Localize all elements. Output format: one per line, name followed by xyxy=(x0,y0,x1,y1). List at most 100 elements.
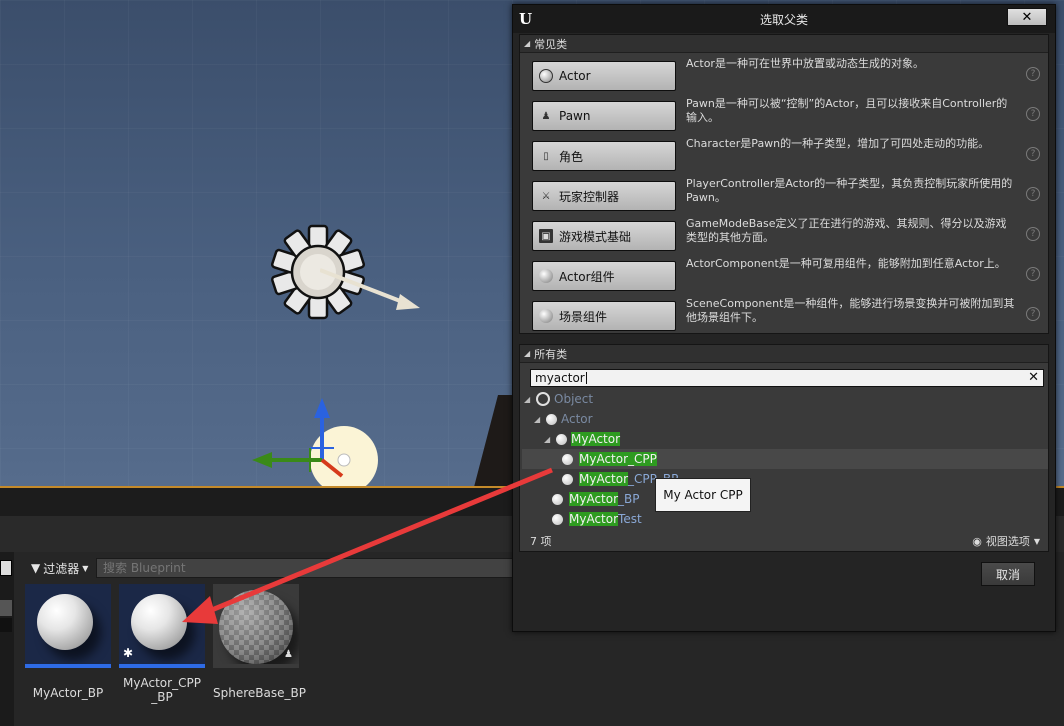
class-row-scene-component: 场景组件 SceneComponent是一种组件，能够进行场景变换并可被附加到其… xyxy=(532,297,1040,333)
tree-item-label-match: MyActor xyxy=(579,472,629,486)
filter-label: 过滤器 xyxy=(43,561,80,576)
asset-thumbnail xyxy=(25,584,111,668)
tree-item-actor[interactable]: ◢ Actor xyxy=(534,409,593,429)
sources-rail xyxy=(0,552,14,726)
rail-button[interactable] xyxy=(0,618,12,632)
class-description: PlayerController是Actor的一种子类型，其负责控制玩家所使用的… xyxy=(686,177,1013,204)
help-icon[interactable]: ? xyxy=(1026,107,1040,121)
asset-thumbnail: ✱ xyxy=(119,584,205,668)
light-direction-arrow xyxy=(320,268,420,310)
asset-tile[interactable]: ✱ MyActor_CPP_BP xyxy=(119,584,205,704)
actor-node-icon xyxy=(546,413,557,425)
class-button-pawn[interactable]: ♟ Pawn xyxy=(532,101,676,131)
tree-item-label-rest: Test xyxy=(618,512,642,526)
view-options-button[interactable]: ◉ 视图选项 ▼ xyxy=(972,533,1040,549)
class-description: Actor是一种可在世界中放置或动态生成的对象。 xyxy=(686,57,924,70)
class-button-label: 玩家控制器 xyxy=(559,189,620,204)
asset-tile[interactable]: MyActor_BP xyxy=(25,584,111,700)
actor-node-icon xyxy=(552,513,563,525)
scene-component-icon xyxy=(539,309,553,323)
tree-item-label: Actor xyxy=(561,412,593,426)
sources-toggle-button[interactable] xyxy=(0,560,12,576)
class-button-player-controller[interactable]: ⚔ 玩家控制器 xyxy=(532,181,676,211)
class-button-label: Pawn xyxy=(559,109,591,123)
dialog-title-bar[interactable]: U 选取父类 ✕ xyxy=(513,5,1055,33)
asset-thumbnail: ♟ xyxy=(213,584,299,668)
class-button-label: 游戏模式基础 xyxy=(559,229,632,244)
text-caret xyxy=(585,372,587,384)
tree-item-label-match: MyActor xyxy=(579,452,629,466)
tree-item-myactor[interactable]: ◢ MyActor xyxy=(544,429,621,449)
pawn-icon: ♟ xyxy=(541,110,551,122)
pick-parent-class-dialog: U 选取父类 ✕ ◢ 常见类 Actor Actor是一种可在世界中放置或动态生… xyxy=(512,4,1056,632)
class-button-actor-component[interactable]: Actor组件 xyxy=(532,261,676,291)
class-search-value: myactor xyxy=(535,371,585,385)
class-row-actor: Actor Actor是一种可在世界中放置或动态生成的对象。 ? xyxy=(532,57,1040,93)
tree-item-label-match: MyActor xyxy=(569,492,619,506)
tree-item-myactor-test[interactable]: MyActorTest xyxy=(552,509,642,529)
common-classes-section: ◢ 常见类 Actor Actor是一种可在世界中放置或动态生成的对象。 ? ♟… xyxy=(519,34,1049,334)
controller-icon: ⚔ xyxy=(541,190,551,202)
class-row-pawn: ♟ Pawn Pawn是一种可以被“控制”的Actor，且可以接收来自Contr… xyxy=(532,97,1040,133)
common-classes-header[interactable]: ◢ 常见类 xyxy=(520,35,1048,53)
expand-triangle-icon: ◢ xyxy=(524,394,531,404)
help-icon[interactable]: ? xyxy=(1026,267,1040,281)
class-search-input[interactable]: myactor ✕ xyxy=(530,369,1044,387)
help-icon[interactable]: ? xyxy=(1026,227,1040,241)
object-node-icon xyxy=(536,392,550,406)
filter-button[interactable]: ▼ 过滤器 ▼ xyxy=(27,558,92,578)
expand-triangle-icon: ◢ xyxy=(544,434,551,444)
translate-gizmo[interactable] xyxy=(250,396,390,487)
rail-button[interactable] xyxy=(0,600,12,616)
class-button-scene-component[interactable]: 场景组件 xyxy=(532,301,676,331)
sphere-icon xyxy=(539,69,553,83)
help-icon[interactable]: ? xyxy=(1026,307,1040,321)
class-button-label: 角色 xyxy=(559,149,584,164)
blueprint-search-input[interactable] xyxy=(96,558,516,578)
tree-item-label-match: MyActor xyxy=(569,512,619,526)
class-description: SceneComponent是一种组件，能够进行场景变换并可被附加到其他场景组件… xyxy=(686,297,1015,324)
collapse-triangle-icon: ◢ xyxy=(524,349,531,358)
actor-node-icon xyxy=(552,493,563,505)
class-button-actor[interactable]: Actor xyxy=(532,61,676,91)
asset-name: SphereBase_BP xyxy=(213,686,306,700)
class-row-actor-component: Actor组件 ActorComponent是一种可复用组件，能够附加到任意Ac… xyxy=(532,257,1040,293)
component-icon xyxy=(539,269,553,283)
help-icon[interactable]: ? xyxy=(1026,147,1040,161)
gear-icon: ✱ xyxy=(123,646,134,660)
tree-item-myactor-bp[interactable]: MyActor_BP xyxy=(552,489,640,509)
character-icon: ▯ xyxy=(543,150,549,162)
tree-item-label: Object xyxy=(554,392,594,406)
pawn-icon: ♟ xyxy=(284,649,293,660)
actor-node-icon xyxy=(562,453,573,465)
all-classes-header[interactable]: ◢ 所有类 xyxy=(520,345,1048,363)
class-description: Pawn是一种可以被“控制”的Actor，且可以接收来自Controller的输… xyxy=(686,97,1008,124)
close-button[interactable]: ✕ xyxy=(1007,8,1047,26)
all-classes-section: ◢ 所有类 myactor ✕ ◢ Object ◢ Actor ◢ MyAct… xyxy=(519,344,1049,552)
tree-item-myactor-cpp[interactable]: MyActor_CPP xyxy=(522,449,1048,469)
help-icon[interactable]: ? xyxy=(1026,67,1040,81)
expand-triangle-icon: ◢ xyxy=(534,414,541,424)
section-title: 所有类 xyxy=(534,347,568,361)
filter-icon: ▼ xyxy=(31,561,41,575)
collapse-triangle-icon: ◢ xyxy=(524,39,531,48)
checker-sphere-thumbnail-icon xyxy=(219,590,293,664)
clear-search-icon[interactable]: ✕ xyxy=(1028,370,1039,385)
chevron-down-icon: ▼ xyxy=(1033,536,1040,546)
chevron-down-icon: ▼ xyxy=(82,563,89,573)
class-tooltip: My Actor CPP xyxy=(655,478,751,512)
tree-item-label-rest: _CPP xyxy=(628,452,657,466)
help-icon[interactable]: ? xyxy=(1026,187,1040,201)
tree-item-object[interactable]: ◢ Object xyxy=(524,389,593,409)
class-button-character[interactable]: ▯ 角色 xyxy=(532,141,676,171)
asset-tile[interactable]: ♟ SphereBase_BP xyxy=(213,584,306,700)
cancel-button[interactable]: 取消 xyxy=(981,562,1035,586)
class-row-character: ▯ 角色 Character是Pawn的一种子类型，增加了可四处走动的功能。 ? xyxy=(532,137,1040,173)
unreal-logo-icon: U xyxy=(519,10,533,28)
dialog-title: 选取父类 xyxy=(759,12,808,27)
sphere-thumbnail-icon xyxy=(131,594,187,650)
view-options-label: 视图选项 xyxy=(985,535,1030,548)
sphere-thumbnail-icon xyxy=(37,594,93,650)
class-button-game-mode-base[interactable]: ▣ 游戏模式基础 xyxy=(532,221,676,251)
asset-name: MyActor_CPP_BP xyxy=(123,676,201,704)
